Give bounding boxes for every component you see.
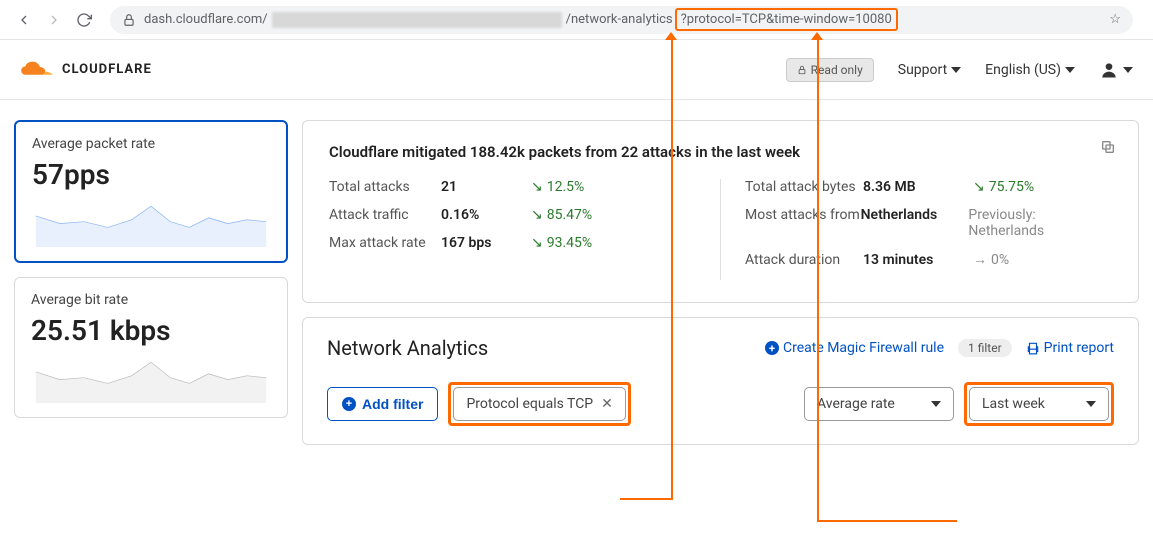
- print-report-link[interactable]: Print report: [1026, 340, 1114, 356]
- stat-change: Previously: Netherlands: [968, 207, 1112, 239]
- stat-total-attacks: Total attacks 21 ↘ 12.5%: [329, 179, 696, 195]
- brand-text: CLOUDFLARE: [62, 62, 152, 77]
- stat-value: 8.36 MB: [863, 179, 973, 195]
- stat-max-attack-rate: Max attack rate 167 bps ↘ 93.45%: [329, 235, 696, 251]
- sparkline-chart: [31, 355, 271, 403]
- packet-rate-card[interactable]: Average packet rate 57pps: [14, 120, 288, 263]
- rate-select[interactable]: Average rate: [804, 387, 954, 421]
- plus-circle-icon: +: [342, 397, 356, 411]
- stat-value: 0.16%: [441, 207, 531, 223]
- filter-count-badge: 1 filter: [958, 339, 1012, 357]
- readonly-badge: Read only: [786, 58, 874, 82]
- stat-most-attacks-from: Most attacks from Netherlands Previously…: [745, 207, 1112, 239]
- language-dropdown[interactable]: English (US): [985, 62, 1075, 78]
- card-value: 57pps: [32, 158, 270, 191]
- stat-total-attack-bytes: Total attack bytes 8.36 MB ↘ 75.75%: [745, 179, 1112, 195]
- user-menu[interactable]: [1099, 60, 1133, 80]
- summary-card: Cloudflare mitigated 188.42k packets fro…: [302, 120, 1139, 303]
- analytics-title: Network Analytics: [327, 336, 488, 360]
- stat-label: Attack duration: [745, 252, 863, 268]
- url-query-highlight: ?protocol=TCP&time-window=10080: [675, 8, 898, 31]
- card-label: Average packet rate: [32, 136, 270, 152]
- lock-icon: [122, 13, 136, 27]
- chevron-down-icon: [1065, 67, 1075, 73]
- browser-toolbar: dash.cloudflare.com/ /network-analytics …: [0, 0, 1153, 40]
- card-label: Average bit rate: [31, 292, 271, 308]
- bit-rate-card[interactable]: Average bit rate 25.51 kbps: [14, 277, 288, 418]
- bookmark-star-icon[interactable]: ☆: [1109, 12, 1121, 27]
- sparkline-chart: [32, 199, 270, 247]
- reload-button[interactable]: [72, 8, 96, 32]
- time-window-select[interactable]: Last week: [969, 387, 1109, 421]
- stat-value: 167 bps: [441, 235, 531, 251]
- address-bar[interactable]: dash.cloudflare.com/ /network-analytics …: [110, 6, 1133, 34]
- stat-change: ↘ 12.5%: [531, 179, 584, 195]
- stat-label: Attack traffic: [329, 207, 441, 223]
- stat-value: Netherlands: [861, 207, 969, 223]
- network-analytics-card: Network Analytics +Create Magic Firewall…: [302, 317, 1139, 445]
- stat-attack-traffic: Attack traffic 0.16% ↘ 85.47%: [329, 207, 696, 223]
- stat-label: Max attack rate: [329, 235, 441, 251]
- stat-label: Total attack bytes: [745, 179, 863, 195]
- user-icon: [1099, 60, 1119, 80]
- stat-label: Most attacks from: [745, 207, 861, 223]
- copy-icon[interactable]: [1100, 139, 1116, 159]
- chevron-down-icon: [951, 67, 961, 73]
- stat-change: ↘ 75.75%: [973, 179, 1034, 195]
- app-header: CLOUDFLARE Read only Support English (US…: [0, 40, 1153, 100]
- add-filter-button[interactable]: +Add filter: [327, 387, 438, 421]
- chevron-down-icon: [1086, 401, 1096, 407]
- chevron-down-icon: [1123, 67, 1133, 73]
- cloudflare-logo[interactable]: CLOUDFLARE: [20, 59, 152, 81]
- annotation-arrow: [620, 498, 673, 500]
- remove-filter-icon[interactable]: ✕: [601, 396, 613, 412]
- stat-value: 21: [441, 179, 531, 195]
- forward-button[interactable]: [42, 8, 66, 32]
- print-icon: [1026, 341, 1040, 355]
- stat-label: Total attacks: [329, 179, 441, 195]
- back-button[interactable]: [12, 8, 36, 32]
- stat-change: → 0%: [973, 251, 1009, 268]
- chevron-down-icon: [931, 401, 941, 407]
- stat-value: 13 minutes: [863, 252, 973, 268]
- support-dropdown[interactable]: Support: [898, 62, 961, 78]
- filter-chip-highlight: Protocol equals TCP ✕: [448, 382, 630, 426]
- cloudflare-cloud-icon: [20, 59, 56, 81]
- create-firewall-rule-link[interactable]: +Create Magic Firewall rule: [765, 340, 944, 356]
- stat-attack-duration: Attack duration 13 minutes → 0%: [745, 251, 1112, 268]
- summary-title: Cloudflare mitigated 188.42k packets fro…: [329, 143, 1112, 161]
- stat-change: ↘ 93.45%: [531, 235, 592, 251]
- annotation-arrow: [817, 520, 957, 522]
- lock-icon: [797, 65, 807, 75]
- plus-circle-icon: +: [765, 341, 779, 355]
- stat-change: ↘ 85.47%: [531, 207, 592, 223]
- card-value: 25.51 kbps: [31, 314, 271, 347]
- url-text: dash.cloudflare.com/ /network-analytics …: [144, 8, 898, 31]
- time-select-highlight: Last week: [964, 382, 1114, 426]
- filter-chip-protocol[interactable]: Protocol equals TCP ✕: [453, 387, 625, 421]
